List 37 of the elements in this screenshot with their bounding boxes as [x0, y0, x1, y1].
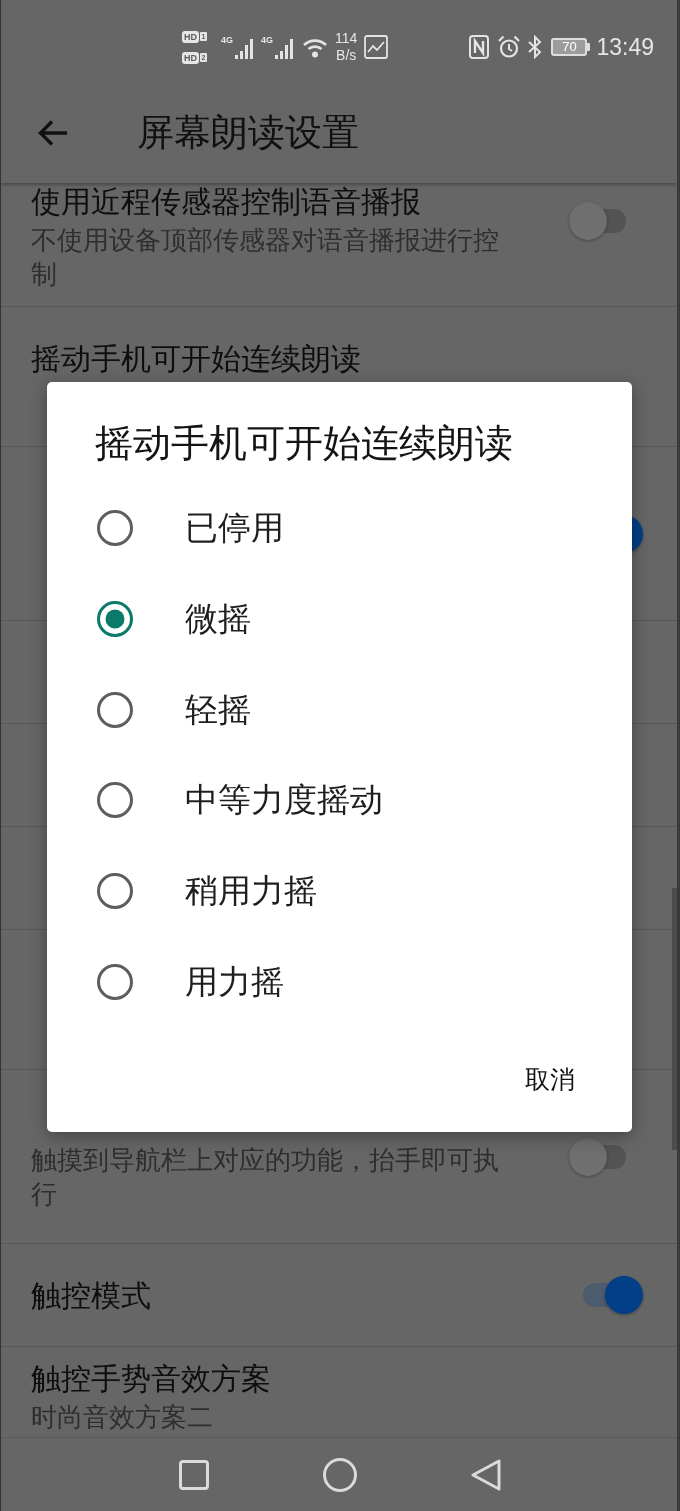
toggle-switch[interactable] [583, 1275, 643, 1315]
clock-time: 13:49 [596, 33, 654, 61]
hd-badge: HD [182, 51, 199, 64]
setting-description: 时尚音效方案二 [31, 1401, 214, 1434]
signal-bars-icon [274, 39, 295, 59]
option-label[interactable]: 已停用 [185, 508, 284, 549]
alarm-clock-icon [497, 35, 522, 59]
page-title: 屏幕朗读设置 [137, 110, 359, 155]
radio-button[interactable] [97, 873, 133, 910]
option-label[interactable]: 中等力度摇动 [185, 780, 383, 821]
option-label[interactable]: 稍用力摇 [185, 871, 317, 912]
dialog-title: 摇动手机可开始连续朗读 [95, 421, 513, 465]
square-icon[interactable] [179, 1459, 209, 1490]
radio-button[interactable] [97, 963, 133, 1000]
radio-button[interactable] [97, 510, 133, 547]
triangle-icon[interactable] [471, 1458, 501, 1491]
network-type-label: 4G [221, 35, 233, 45]
battery-percent: 70 [562, 40, 577, 54]
net-speed-value: 114 [335, 30, 358, 47]
option-label[interactable]: 微摇 [185, 599, 251, 640]
setting-description: 触摸到导航栏上对应的功能，抬手即可执行 [31, 1144, 500, 1211]
arrow-left-icon[interactable] [37, 118, 69, 147]
chart-box-icon [364, 35, 389, 59]
circle-icon[interactable] [323, 1457, 357, 1492]
radio-button[interactable] [97, 691, 133, 728]
bluetooth-icon [527, 35, 544, 59]
option-label[interactable]: 用力摇 [185, 961, 284, 1002]
signal-bars-icon [234, 39, 254, 59]
cancel-button[interactable]: 取消 [509, 1052, 591, 1108]
hd-badge: HD [182, 30, 199, 43]
net-speed-unit: B/s [336, 47, 357, 64]
network-type-label: 4G [261, 35, 274, 45]
nfc-icon [469, 35, 490, 59]
radio-button[interactable] [97, 601, 133, 638]
option-label[interactable]: 轻摇 [185, 689, 251, 730]
radio-button[interactable] [97, 782, 133, 819]
setting-description: 不使用设备顶部传感器对语音播报进行控制 [31, 224, 500, 291]
